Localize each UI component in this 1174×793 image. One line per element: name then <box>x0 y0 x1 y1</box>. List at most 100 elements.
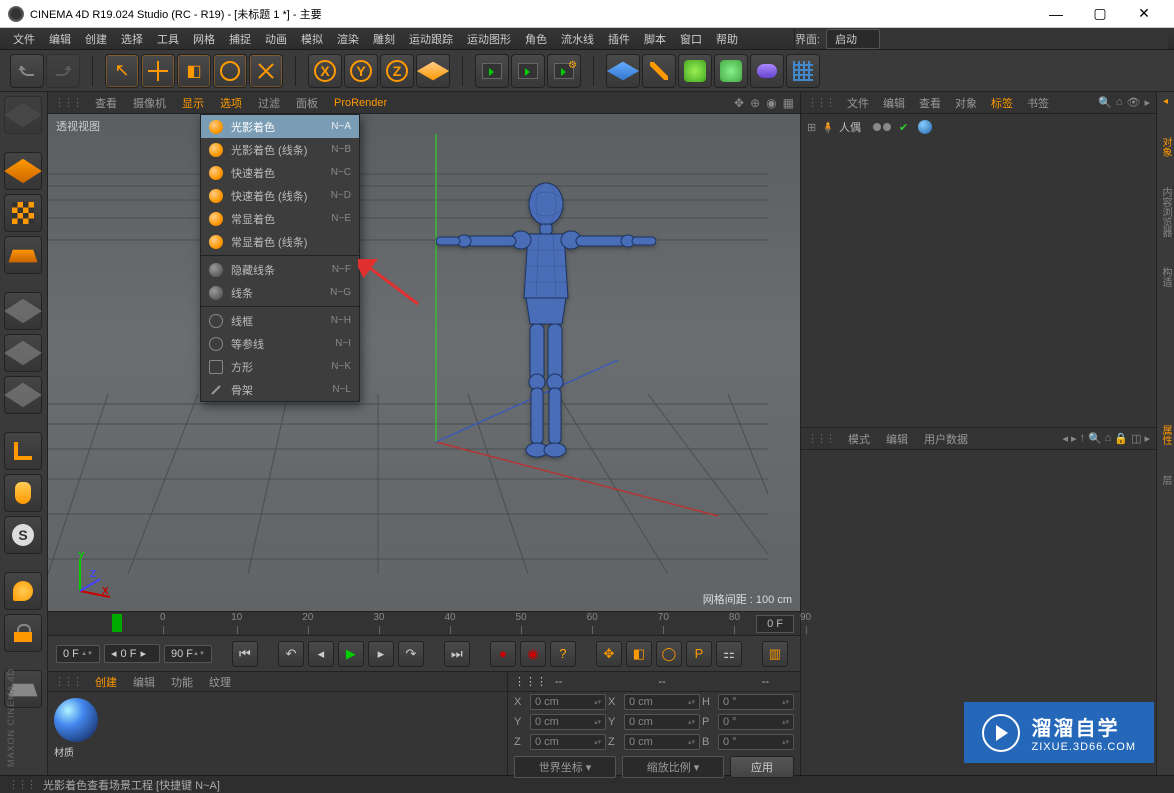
obj-tab-bookmarks[interactable]: 书签 <box>1020 95 1056 111</box>
spline-button[interactable] <box>642 54 676 88</box>
point-mode-button[interactable] <box>4 292 42 330</box>
keyframe-sel-button[interactable]: ? <box>550 641 576 667</box>
vp-menu-display[interactable]: 显示 <box>174 95 212 111</box>
vp-nav-zoom-icon[interactable]: ⊕ <box>750 96 760 110</box>
mat-tab-create[interactable]: 创建 <box>87 674 125 690</box>
attr-tab-userdata[interactable]: 用户数据 <box>916 431 976 447</box>
vp-menu-filter[interactable]: 过滤 <box>250 95 288 111</box>
dd-box[interactable]: 方形N~K <box>201 355 359 378</box>
coord-rot-field[interactable]: 0 °▴▾ <box>718 714 794 730</box>
deformer-button[interactable] <box>714 54 748 88</box>
vp-menu-camera[interactable]: 摄像机 <box>125 95 174 111</box>
phong-tag-icon[interactable] <box>918 120 932 134</box>
attr-home-icon[interactable]: ⌂ <box>1105 432 1112 445</box>
soft-select-button[interactable] <box>4 572 42 610</box>
play-button[interactable]: ▶ <box>338 641 364 667</box>
menu-plugins[interactable]: 插件 <box>601 31 637 47</box>
minimize-button[interactable]: — <box>1034 0 1078 28</box>
model-mode-button[interactable] <box>4 152 42 190</box>
coord-pos-field[interactable]: 0 cm▴▾ <box>530 694 606 710</box>
z-axis-toggle[interactable]: Z <box>380 54 414 88</box>
render-view-button[interactable] <box>475 54 509 88</box>
menu-render[interactable]: 渲染 <box>330 31 366 47</box>
object-row-figure[interactable]: ⊞ 🧍 人偶 ✔ <box>807 118 1150 136</box>
key-param-button[interactable]: P <box>686 641 712 667</box>
coord-apply-button[interactable]: 应用 <box>730 756 794 778</box>
attr-expand-icon[interactable]: ▸ <box>1144 432 1150 445</box>
vp-menu-prorender[interactable]: ProRender <box>326 97 395 109</box>
obj-tab-tags[interactable]: 标签 <box>984 95 1020 111</box>
obj-tab-objects[interactable]: 对象 <box>948 95 984 111</box>
attr-nav-up-icon[interactable]: ↑ <box>1080 432 1086 445</box>
dd-quick-lines[interactable]: 快速着色 (线条)N~D <box>201 184 359 207</box>
mat-tab-tex[interactable]: 纹理 <box>201 674 239 690</box>
obj-tab-view[interactable]: 查看 <box>912 95 948 111</box>
attr-nav-fwd-icon[interactable]: ▸ <box>1071 432 1077 445</box>
generator-button[interactable] <box>678 54 712 88</box>
attr-tab-mode[interactable]: 模式 <box>840 431 878 447</box>
snap-button[interactable]: S <box>4 516 42 554</box>
menu-window[interactable]: 窗口 <box>673 31 709 47</box>
tweak-button[interactable] <box>4 474 42 512</box>
menu-create[interactable]: 创建 <box>78 31 114 47</box>
make-editable-button[interactable] <box>4 96 42 134</box>
menu-pipeline[interactable]: 流水线 <box>554 31 601 47</box>
end-frame-field[interactable]: 90 F▲▼ <box>164 645 212 663</box>
autokey-button[interactable]: ◉ <box>520 641 546 667</box>
coord-system-button[interactable] <box>416 54 450 88</box>
timeline-end-field[interactable]: 0 F <box>756 615 794 633</box>
obj-expand-icon[interactable]: ▸ <box>1144 96 1150 109</box>
attr-lock-icon[interactable]: 🔒 <box>1114 432 1128 445</box>
vp-menu-panel[interactable]: 面板 <box>288 95 326 111</box>
redo-button[interactable] <box>46 54 80 88</box>
render-settings-button[interactable]: ⚙ <box>547 54 581 88</box>
side-tab-objects[interactable]: 对象 <box>1158 137 1173 157</box>
panel-grip-icon[interactable]: ⋮⋮⋮ <box>54 675 81 688</box>
undo-button[interactable] <box>10 54 44 88</box>
strip-expand-icon[interactable]: ◂ <box>1163 96 1168 107</box>
menu-snap[interactable]: 捕捉 <box>222 31 258 47</box>
record-button[interactable]: ● <box>490 641 516 667</box>
dd-gouraud[interactable]: 光影着色N~A <box>201 115 359 138</box>
goto-start-button[interactable]: ⏮ <box>232 641 258 667</box>
maximize-button[interactable]: ▢ <box>1078 0 1122 28</box>
workplane-button[interactable] <box>4 236 42 274</box>
panel-grip-icon[interactable]: ⋮⋮⋮ <box>54 96 81 109</box>
obj-home-icon[interactable]: ⌂ <box>1116 96 1123 109</box>
menu-sculpt[interactable]: 雕刻 <box>366 31 402 47</box>
obj-tab-file[interactable]: 文件 <box>840 95 876 111</box>
coord-rot-field[interactable]: 0 °▴▾ <box>718 694 794 710</box>
menu-animate[interactable]: 动画 <box>258 31 294 47</box>
attr-nav-back-icon[interactable]: ◂ <box>1062 432 1068 445</box>
layer-dot-icon[interactable] <box>883 123 891 131</box>
rotate-tool[interactable] <box>213 54 247 88</box>
key-pla-button[interactable]: ⚏ <box>716 641 742 667</box>
step-back-button[interactable]: ◂ <box>308 641 334 667</box>
side-tab-structure[interactable]: 构造 <box>1158 267 1173 287</box>
menu-mesh[interactable]: 网格 <box>186 31 222 47</box>
environment-button[interactable] <box>750 54 784 88</box>
step-fwd-key-button[interactable]: ↷ <box>398 641 424 667</box>
mannequin-object[interactable] <box>436 180 656 473</box>
timeline-ruler[interactable]: 0102030405060708090 0 F <box>48 611 800 635</box>
step-fwd-button[interactable]: ▸ <box>368 641 394 667</box>
dd-quick[interactable]: 快速着色N~C <box>201 161 359 184</box>
obj-tab-edit[interactable]: 编辑 <box>876 95 912 111</box>
menu-select[interactable]: 选择 <box>114 31 150 47</box>
vp-nav-layout-icon[interactable]: ▦ <box>783 96 794 110</box>
coord-size-field[interactable]: 0 cm▴▾ <box>624 694 700 710</box>
timeline-window-button[interactable]: ▥ <box>762 641 788 667</box>
camera-button[interactable] <box>786 54 820 88</box>
attr-search-icon[interactable]: 🔍 <box>1088 432 1102 445</box>
key-rot-button[interactable]: ◯ <box>656 641 682 667</box>
attr-new-icon[interactable]: ◫ <box>1131 432 1141 445</box>
goto-end-button[interactable]: ⏭ <box>444 641 470 667</box>
mat-tab-edit[interactable]: 编辑 <box>125 674 163 690</box>
vp-menu-view[interactable]: 查看 <box>87 95 125 111</box>
menu-tracker[interactable]: 运动跟踪 <box>402 31 460 47</box>
side-tab-attributes[interactable]: 属性 <box>1158 425 1173 445</box>
dd-wireframe[interactable]: 线框N~H <box>201 309 359 332</box>
coord-size-field[interactable]: 0 cm▴▾ <box>624 734 700 750</box>
dd-lines[interactable]: 线条N~G <box>201 281 359 304</box>
y-axis-toggle[interactable]: Y <box>344 54 378 88</box>
